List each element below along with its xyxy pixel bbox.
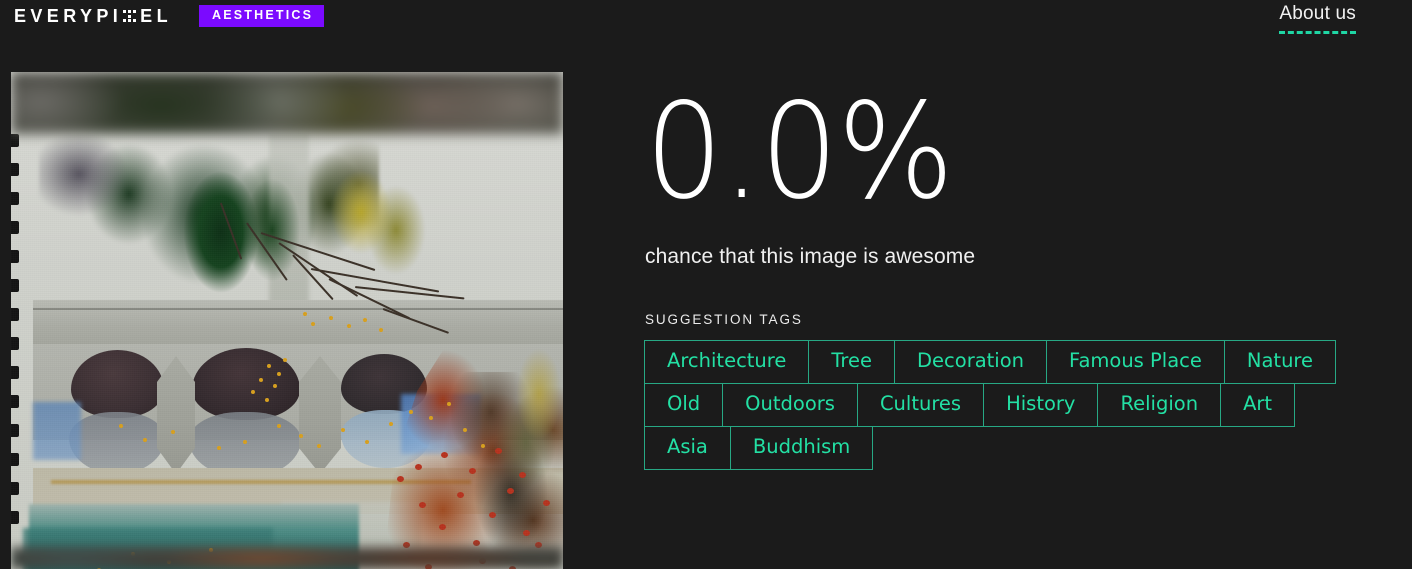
suggestion-tag[interactable]: Famous Place xyxy=(1046,340,1225,384)
leaf-dot xyxy=(341,428,345,432)
notebook-perforations xyxy=(11,134,21,547)
leaf-dot xyxy=(347,324,351,328)
red-leaf xyxy=(441,452,448,458)
red-leaf xyxy=(457,492,464,498)
red-leaf xyxy=(473,540,480,546)
yellow-foliage-right xyxy=(511,334,563,454)
suggestion-tag[interactable]: Asia xyxy=(644,426,731,470)
suggestion-tags-title: SUGGESTION TAGS xyxy=(645,312,803,327)
suggestion-tag[interactable]: Architecture xyxy=(644,340,810,384)
leaf-dot xyxy=(409,410,413,414)
red-leaf xyxy=(439,524,446,530)
leaf-dot xyxy=(277,372,281,376)
site-logo[interactable]: EVERYPI EL xyxy=(14,5,172,27)
red-leaf xyxy=(469,468,476,474)
about-us-link[interactable]: About us xyxy=(1279,2,1356,34)
suggestion-tag[interactable]: Outdoors xyxy=(722,383,858,427)
bridge-deck-line xyxy=(33,308,563,310)
leaf-dot xyxy=(389,422,393,426)
suggestion-tag[interactable]: Decoration xyxy=(894,340,1048,384)
red-leaf xyxy=(519,472,526,478)
leaf-dot xyxy=(429,416,433,420)
leaf-dot xyxy=(265,398,269,402)
blurred-top-band xyxy=(11,72,563,134)
suggestion-tag[interactable]: Art xyxy=(1220,383,1296,427)
blue-water-left xyxy=(33,402,81,460)
leaf-dot xyxy=(447,402,451,406)
suggestion-tags-list: Architecture Tree Decoration Famous Place Na… xyxy=(644,340,1359,470)
aesthetic-score: 0.0% xyxy=(645,75,954,229)
red-leaf xyxy=(489,512,496,518)
leaf-dot xyxy=(283,358,287,362)
leaf-dot xyxy=(311,322,315,326)
logo-text-right: EL xyxy=(140,6,172,26)
red-leaf xyxy=(507,488,514,494)
red-leaf xyxy=(543,500,550,506)
red-leaf xyxy=(397,476,404,482)
leaf-dot xyxy=(463,428,467,432)
leaf-dot xyxy=(481,444,485,448)
leaf-dot xyxy=(317,444,321,448)
leaf-dot xyxy=(267,364,271,368)
leaf-dot xyxy=(243,440,247,444)
leaf-dot xyxy=(329,316,333,320)
leaf-dot xyxy=(379,328,383,332)
leaf-dot xyxy=(303,312,307,316)
suggestion-tag[interactable]: Old xyxy=(644,383,724,427)
leaf-dot xyxy=(251,390,255,394)
suggestion-tag[interactable]: Cultures xyxy=(856,383,985,427)
page-root: EVERYPI EL AESTHETICS About us 0.0% chan… xyxy=(0,0,1412,569)
suggestion-tag[interactable]: Religion xyxy=(1097,383,1222,427)
leaf-dot xyxy=(143,438,147,442)
site-header: EVERYPI EL AESTHETICS About us xyxy=(0,0,1412,48)
leaf-dot xyxy=(171,430,175,434)
red-leaf xyxy=(495,448,502,454)
results-panel: 0.0% chance that this image is awesome S… xyxy=(644,72,1385,470)
red-leaf xyxy=(523,530,530,536)
leaf-dot xyxy=(259,378,263,382)
conifer-tree-secondary xyxy=(229,150,315,300)
suggestion-tag[interactable]: Buddhism xyxy=(729,426,874,470)
leaf-dot xyxy=(363,318,367,322)
suggestion-tag[interactable]: History xyxy=(983,383,1099,427)
leaf-dot xyxy=(365,440,369,444)
aesthetics-badge[interactable]: AESTHETICS xyxy=(199,5,325,27)
leaf-dot xyxy=(273,384,277,388)
pixel-x-icon xyxy=(122,8,138,24)
leaf-dot xyxy=(277,424,281,428)
logo-text-left: EVERYPI xyxy=(14,6,123,26)
red-leaf xyxy=(419,502,426,508)
suggestion-tag[interactable]: Tree xyxy=(808,340,896,384)
red-leaf xyxy=(415,464,422,470)
leaf-dot xyxy=(119,424,123,428)
analyzed-image xyxy=(11,72,563,569)
suggestion-tag[interactable]: Nature xyxy=(1223,340,1337,384)
blurred-bottom-band xyxy=(11,547,563,569)
analyzed-image-container[interactable] xyxy=(11,72,563,569)
score-caption: chance that this image is awesome xyxy=(645,245,976,268)
leaf-dot xyxy=(217,446,221,450)
leaf-dot xyxy=(299,434,303,438)
